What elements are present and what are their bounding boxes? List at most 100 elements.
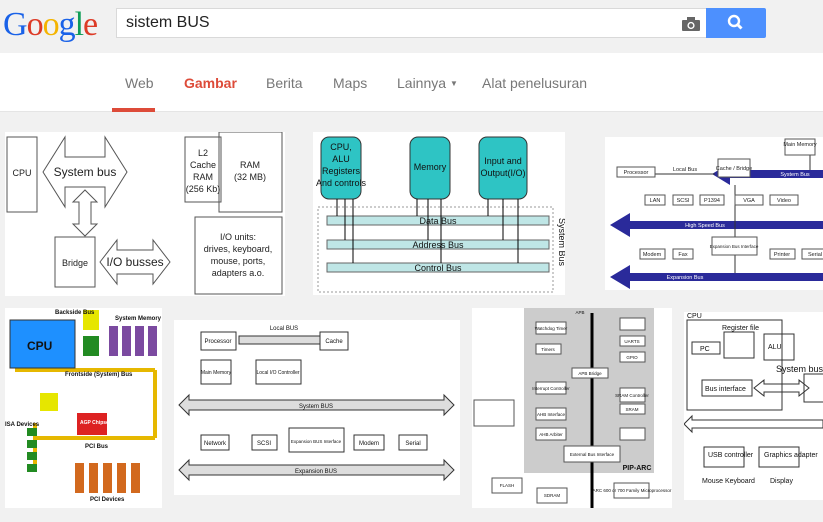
label: SRAM <box>625 407 638 412</box>
label: RAM <box>193 172 213 182</box>
label: System bus <box>54 165 117 179</box>
label: CPU <box>12 168 31 178</box>
label: Bridge <box>62 258 88 268</box>
tab-maps[interactable]: Maps <box>333 75 367 91</box>
label: Output(I/O) <box>480 168 525 178</box>
label: RAM <box>240 160 260 170</box>
label: AGP Chipset <box>80 420 111 426</box>
tab-web[interactable]: Web <box>125 75 154 91</box>
label: Modem <box>359 441 379 447</box>
label: Register file <box>722 325 759 332</box>
label: Main Memory <box>783 142 817 148</box>
label: Backside Bus <box>55 310 95 316</box>
label: Video <box>777 198 791 204</box>
label: Display <box>770 478 793 485</box>
label: SCSI <box>677 198 690 204</box>
label: Processor <box>624 170 649 176</box>
image-result-2[interactable]: CPU, ALU Registers And controls Memory Input … <box>313 132 565 295</box>
label: ALU <box>768 344 782 351</box>
label: FLASH <box>500 483 515 488</box>
label: Control Bus <box>414 263 462 273</box>
tab-search-tools[interactable]: Alat penelusuran <box>482 75 587 91</box>
label: drives, keyboard, <box>204 244 273 254</box>
label: adapters a.o. <box>212 268 265 278</box>
label: mouse, ports, <box>211 256 266 266</box>
label: APB Bridge <box>578 371 602 376</box>
image-result-5[interactable]: Local BUS Processor Cache Main Memory Local … <box>174 320 460 495</box>
label: Expansion Bus Interface <box>710 244 759 249</box>
label: PIP-ARC <box>623 465 652 472</box>
label: Processor <box>204 339 231 345</box>
label: And controls <box>316 178 367 188</box>
label: High Speed Bus <box>685 223 725 229</box>
image-result-4[interactable]: CPU Backside Bus System Memory Frontside (S… <box>5 308 162 508</box>
tab-lainnya-label: Lainnya <box>397 75 447 91</box>
google-logo[interactable]: Google <box>3 6 98 44</box>
label: Main Memory <box>201 370 232 376</box>
label: GPIO <box>626 355 638 360</box>
label: LAN <box>650 198 661 204</box>
label: Interrupt Controller <box>532 386 570 391</box>
label: Registers <box>322 166 361 176</box>
active-tab-indicator <box>112 108 155 112</box>
label: AHB Interface <box>537 412 566 417</box>
image-result-7[interactable]: CPU Register file PC ALU Bus interface System… <box>684 312 823 500</box>
label: I/O units: <box>220 232 256 242</box>
label: ALU <box>332 154 350 164</box>
label: Cache / Bridge <box>716 166 752 172</box>
label: P1394 <box>704 198 720 204</box>
label: ARC 600 or 700 Family Microprocessor <box>593 488 672 493</box>
label: PCI Devices <box>90 497 125 503</box>
label: System Bus <box>780 172 810 178</box>
image-result-6[interactable]: APB Watchdog Timer Timers Interrupt Control… <box>472 308 672 508</box>
search-tabs: Web Gambar Berita Maps Lainnya ▼ Alat pe… <box>0 53 823 112</box>
label: CPU, <box>330 142 352 152</box>
tab-berita[interactable]: Berita <box>266 75 303 91</box>
search-header: Google <box>0 0 823 53</box>
label: SRAM Controller <box>615 393 649 398</box>
label: (256 Kb) <box>186 184 221 194</box>
label: CPU <box>687 313 702 320</box>
label: Data Bus <box>419 216 457 226</box>
label: SDRAM <box>544 493 561 498</box>
label: PCI Bus <box>85 444 109 450</box>
label: AHB Arbiter <box>539 432 563 437</box>
label: CPU <box>27 339 52 353</box>
label: I/O busses <box>106 255 163 269</box>
label: ISA Devices <box>5 422 40 428</box>
label: Modem <box>643 252 662 258</box>
label: Graphics adapter <box>764 452 818 459</box>
search-box[interactable] <box>116 8 706 38</box>
tab-lainnya[interactable]: Lainnya ▼ <box>397 75 458 91</box>
label: USB controller <box>708 452 754 459</box>
caret-down-icon: ▼ <box>449 79 458 88</box>
camera-icon[interactable] <box>682 17 700 36</box>
label: PC <box>700 346 710 353</box>
image-result-3[interactable]: Main Memory Processor Local Bus Cache / Bri… <box>605 137 823 290</box>
label: System BUS <box>299 404 333 410</box>
label: System Bus <box>557 218 565 267</box>
label: Serial <box>808 252 822 258</box>
label: Input and <box>484 156 522 166</box>
image-result-1[interactable]: CPU System bus L2 Cache RAM (256 Kb) RAM (32 MB… <box>5 132 285 296</box>
label: Expansion BUS <box>295 469 337 475</box>
label: Local BUS <box>270 326 298 332</box>
label: Expansion Bus <box>667 275 704 281</box>
search-input[interactable] <box>126 14 666 32</box>
label: Address Bus <box>412 240 464 250</box>
magnifier-icon <box>727 14 743 30</box>
label: System Memory <box>115 316 162 322</box>
label: Frontside (System) Bus <box>65 372 133 378</box>
tab-gambar[interactable]: Gambar <box>184 75 237 91</box>
label: Printer <box>774 252 790 258</box>
label: APB <box>575 310 584 315</box>
label: Expansion BUS Interface <box>291 439 342 444</box>
search-button[interactable] <box>706 8 766 38</box>
label: Fax <box>678 252 687 258</box>
label: Serial <box>405 441 420 447</box>
label: (32 MB) <box>234 172 266 182</box>
label: Memory <box>414 162 447 172</box>
label: L2 <box>198 148 208 158</box>
label: UARTS <box>624 339 639 344</box>
label: Bus interface <box>705 386 746 393</box>
